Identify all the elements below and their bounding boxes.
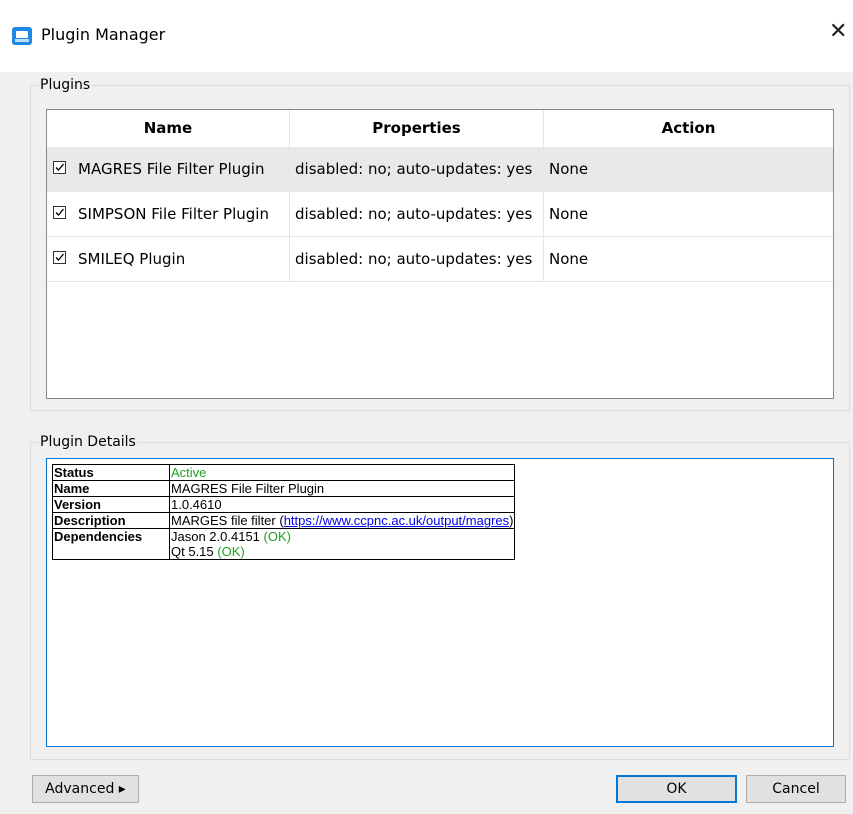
name-label: Name <box>52 480 170 497</box>
name-cell: SIMPSON File Filter Plugin <box>47 192 290 236</box>
properties-cell: disabled: no; auto-updates: yes <box>290 237 544 281</box>
dependency-status: (OK) <box>263 529 291 544</box>
name-cell: MAGRES File Filter Plugin <box>47 147 290 191</box>
title-bar: Plugin Manager ✕ <box>0 0 853 72</box>
status-value: Active <box>168 464 516 481</box>
plugin-details-view[interactable]: Status Active Name MAGRES File Filter Pl… <box>46 458 834 747</box>
dependency-name: Qt 5.15 <box>171 544 214 559</box>
plugin-name: SIMPSON File Filter Plugin <box>78 205 269 223</box>
column-header-action[interactable]: Action <box>544 110 833 147</box>
action-cell[interactable]: None <box>544 192 833 236</box>
properties-cell: disabled: no; auto-updates: yes <box>290 147 544 191</box>
dependencies-label: Dependencies <box>52 528 170 560</box>
properties-cell: disabled: no; auto-updates: yes <box>290 192 544 236</box>
table-row[interactable]: SMILEQ Plugin disabled: no; auto-updates… <box>47 237 833 282</box>
version-value: 1.0.4610 <box>168 496 516 513</box>
dependency-status: (OK) <box>217 544 245 559</box>
details-table: Status Active Name MAGRES File Filter Pl… <box>52 464 516 560</box>
version-label: Version <box>52 496 170 513</box>
action-cell[interactable]: None <box>544 237 833 281</box>
ok-button[interactable]: OK <box>616 775 737 803</box>
column-header-properties[interactable]: Properties <box>290 110 544 147</box>
plugin-checkbox[interactable] <box>53 161 66 174</box>
dependency-item: Jason 2.0.4151 (OK) <box>171 529 513 544</box>
plugin-name: SMILEQ Plugin <box>78 250 186 268</box>
app-icon <box>12 27 32 45</box>
close-icon[interactable]: ✕ <box>829 21 847 43</box>
description-value: MARGES file filter (https://www.ccpnc.ac… <box>168 512 516 529</box>
table-header: Name Properties Action <box>47 110 833 148</box>
description-close-paren: ) <box>509 513 514 528</box>
dependency-item: Qt 5.15 (OK) <box>171 544 513 559</box>
window-title: Plugin Manager <box>41 25 166 44</box>
plugins-table: Name Properties Action MAGRES File Filte… <box>46 109 834 399</box>
dependency-name: Jason 2.0.4151 <box>171 529 260 544</box>
plugin-name: MAGRES File Filter Plugin <box>78 160 265 178</box>
plugins-group-title: Plugins <box>38 77 93 93</box>
description-link[interactable]: https://www.ccpnc.ac.uk/output/magres <box>284 513 509 528</box>
plugin-checkbox[interactable] <box>53 206 66 219</box>
column-header-name[interactable]: Name <box>47 110 290 147</box>
action-cell[interactable]: None <box>544 147 833 191</box>
checkmark-icon <box>55 253 64 261</box>
name-cell: SMILEQ Plugin <box>47 237 290 281</box>
details-group-title: Plugin Details <box>38 434 138 450</box>
plugin-checkbox[interactable] <box>53 251 66 264</box>
name-value: MAGRES File Filter Plugin <box>168 480 516 497</box>
checkmark-icon <box>55 163 64 171</box>
description-label: Description <box>52 512 170 529</box>
dependencies-value: Jason 2.0.4151 (OK) Qt 5.15 (OK) <box>168 528 516 560</box>
checkmark-icon <box>55 208 64 216</box>
description-text: MARGES file filter ( <box>171 513 284 528</box>
status-label: Status <box>52 464 170 481</box>
table-row[interactable]: MAGRES File Filter Plugin disabled: no; … <box>47 147 833 192</box>
table-row[interactable]: SIMPSON File Filter Plugin disabled: no;… <box>47 192 833 237</box>
cancel-button[interactable]: Cancel <box>746 775 846 803</box>
advanced-button[interactable]: Advanced ▸ <box>32 775 139 803</box>
